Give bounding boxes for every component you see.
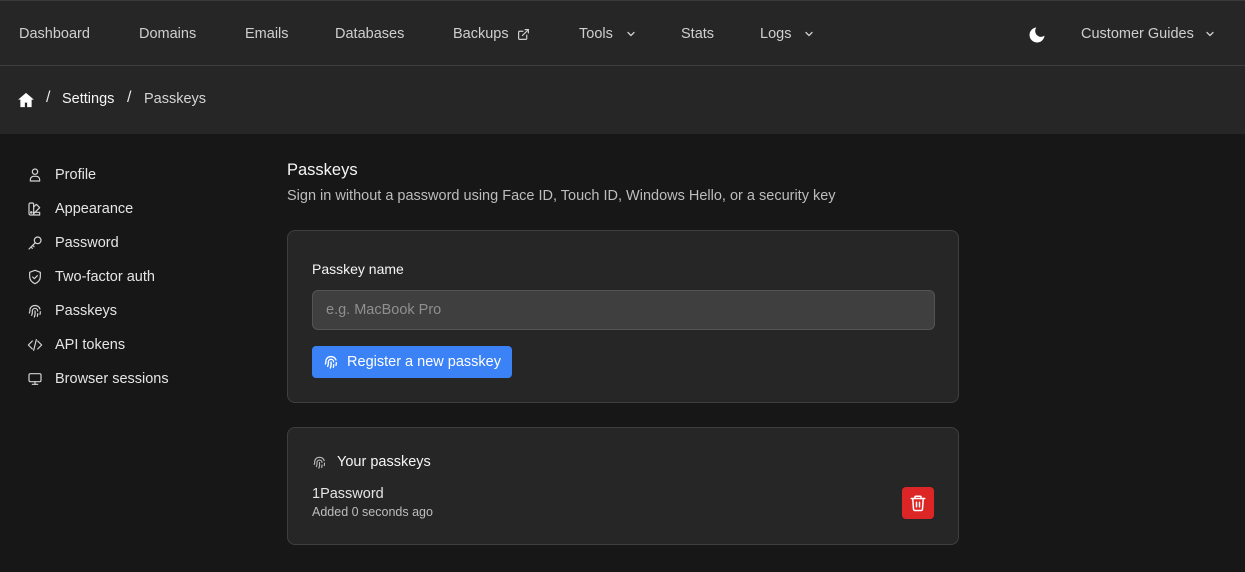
passkey-name-input[interactable] <box>312 290 935 330</box>
sidebar-item-passkeys[interactable]: Passkeys <box>26 300 117 322</box>
nav-databases[interactable]: Databases <box>335 1 404 67</box>
chevron-down-icon <box>627 31 635 37</box>
trash-icon <box>910 495 926 512</box>
customer-guides-dropdown[interactable]: Customer Guides <box>1081 1 1216 67</box>
sidebar-item-api-tokens[interactable]: API tokens <box>26 334 125 356</box>
external-link-icon <box>517 28 529 40</box>
register-passkey-button[interactable]: Register a new passkey <box>312 346 512 378</box>
nav-emails[interactable]: Emails <box>245 1 289 67</box>
fingerprint-icon <box>324 355 338 369</box>
nav-tools-dropdown[interactable]: Tools <box>579 1 637 67</box>
sidebar-item-appearance[interactable]: Appearance <box>26 198 133 220</box>
top-navbar: Dashboard Domains Emails Databases Backu… <box>0 0 1245 66</box>
shield-check-icon <box>29 269 41 285</box>
moon-icon[interactable] <box>1027 25 1047 45</box>
page-subtitle: Sign in without a password using Face ID… <box>287 188 836 204</box>
passkey-list-card: Your passkeys 1Password Added 0 seconds … <box>287 427 959 545</box>
palette-icon <box>28 202 41 216</box>
nav-dashboard[interactable]: Dashboard <box>19 1 90 67</box>
sidebar-item-two-factor[interactable]: Two-factor auth <box>26 266 155 288</box>
code-icon <box>27 339 43 351</box>
passkey-name-label: Passkey name <box>312 261 404 277</box>
nav-logs-dropdown[interactable]: Logs <box>760 1 815 67</box>
chevron-down-icon <box>1206 31 1214 37</box>
breadcrumb: / Settings / Passkeys <box>0 66 1245 134</box>
page-title: Passkeys <box>287 161 358 179</box>
user-icon <box>29 168 41 182</box>
key-icon <box>28 236 42 250</box>
register-passkey-card: Passkey name Register a new passkey <box>287 230 959 403</box>
fingerprint-icon <box>28 305 41 318</box>
sidebar-item-browser-sessions[interactable]: Browser sessions <box>26 368 169 390</box>
passkey-list-title: Your passkeys <box>312 454 431 470</box>
monitor-icon <box>28 373 42 385</box>
breadcrumb-separator: / <box>127 89 132 106</box>
nav-stats[interactable]: Stats <box>681 1 714 67</box>
fingerprint-icon <box>313 456 326 469</box>
delete-passkey-button[interactable] <box>902 487 934 519</box>
nav-backups[interactable]: Backups <box>453 1 530 67</box>
chevron-down-icon <box>805 31 814 37</box>
passkey-added-time: Added 0 seconds ago <box>312 505 433 519</box>
sidebar-item-password[interactable]: Password <box>26 232 119 254</box>
passkey-name: 1Password <box>312 486 384 502</box>
nav-domains[interactable]: Domains <box>139 1 196 67</box>
breadcrumb-settings[interactable]: Settings <box>62 91 114 107</box>
home-icon[interactable] <box>17 91 35 109</box>
breadcrumb-separator: / <box>46 89 51 106</box>
breadcrumb-passkeys: Passkeys <box>144 91 207 107</box>
sidebar-item-profile[interactable]: Profile <box>26 164 96 186</box>
